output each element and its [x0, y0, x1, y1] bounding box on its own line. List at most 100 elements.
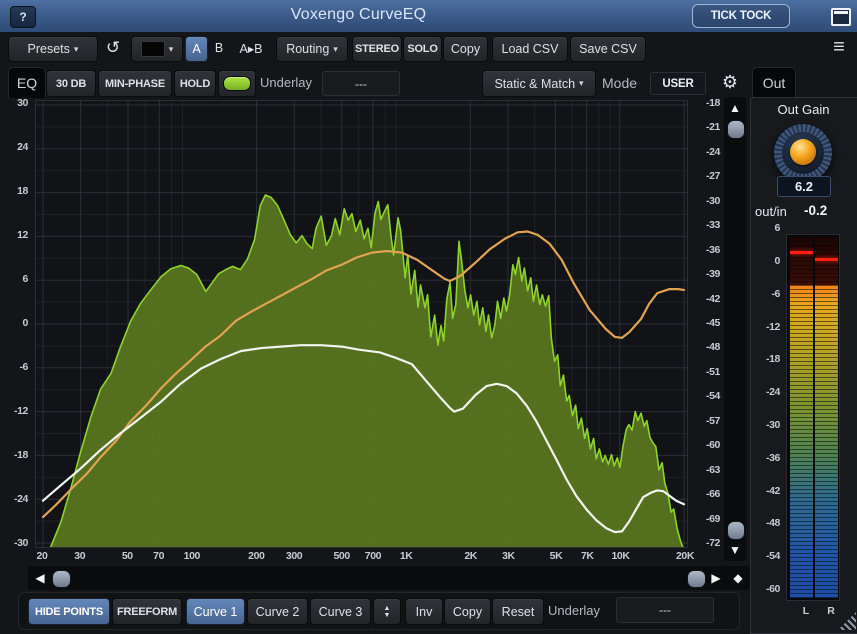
- right-scale-label: -27: [694, 170, 720, 182]
- h-scroll-right-button[interactable]: ▶: [706, 566, 726, 590]
- db-range-button[interactable]: 30 DB: [46, 70, 96, 97]
- match-mode-button[interactable]: Static & Match ▾: [482, 70, 596, 97]
- undo-icon[interactable]: ↺: [99, 36, 127, 60]
- save-csv-button[interactable]: Save CSV: [570, 36, 646, 62]
- curve-3-button[interactable]: Curve 3: [310, 598, 371, 625]
- window-title: Voxengo CurveEQ: [90, 6, 627, 24]
- solo-button[interactable]: SOLO: [403, 36, 442, 62]
- freq-scale-label: 30: [63, 550, 97, 562]
- left-scale-label: 30: [2, 97, 28, 109]
- right-scale-label: -45: [694, 317, 720, 329]
- v-scroll-thumb-top[interactable]: [727, 120, 745, 139]
- right-scale-label: -33: [694, 219, 720, 231]
- reset-curve-button[interactable]: Reset: [492, 598, 544, 625]
- freq-scale-label: 5K: [539, 550, 573, 562]
- frequency-scale: 203050701002003005007001K2K3K5K7K10K20K: [35, 549, 688, 565]
- freq-scale-label: 300: [277, 550, 311, 562]
- v-scroll-down-button[interactable]: ▼: [724, 541, 746, 559]
- menu-icon[interactable]: ≡: [826, 35, 852, 59]
- v-scroll-up-button[interactable]: ▲: [724, 99, 746, 117]
- tab-eq[interactable]: EQ: [8, 67, 46, 98]
- right-scale-label: -51: [694, 366, 720, 378]
- left-db-scale: 3024181260-6-12-18-24-30: [0, 100, 30, 548]
- mode-value[interactable]: USER: [650, 72, 706, 95]
- restore-window-icon[interactable]: [831, 8, 851, 26]
- meter-scale-label: -60: [754, 583, 780, 595]
- mode-label: Mode: [602, 75, 637, 91]
- curveeq-window: ? Voxengo CurveEQ TICK TOCK Presets ▾ ↺ …: [0, 0, 857, 634]
- eq-plot[interactable]: [35, 100, 688, 548]
- meter-scale-label: -48: [754, 517, 780, 529]
- min-phase-button[interactable]: MIN-PHASE: [98, 70, 172, 97]
- left-scale-label: -24: [2, 493, 28, 505]
- right-scale-label: -36: [694, 244, 720, 256]
- hide-points-button[interactable]: HIDE POINTS: [28, 598, 110, 625]
- out-in-value: -0.2: [804, 203, 827, 218]
- left-scale-label: 24: [2, 141, 28, 153]
- stereo-button[interactable]: STEREO: [352, 36, 402, 62]
- fit-view-diamond-button[interactable]: ◆: [728, 566, 748, 590]
- right-db-scale: -18-21-24-27-30-33-36-39-42-45-48-51-54-…: [692, 100, 720, 548]
- right-scale-label: -39: [694, 268, 720, 280]
- meter-scale-label: -24: [754, 386, 780, 398]
- load-csv-button[interactable]: Load CSV: [492, 36, 568, 62]
- invert-button[interactable]: Inv: [405, 598, 443, 625]
- left-scale-label: 12: [2, 229, 28, 241]
- right-scale-label: -42: [694, 293, 720, 305]
- curve-2-button[interactable]: Curve 2: [247, 598, 308, 625]
- right-scale-label: -18: [694, 97, 720, 109]
- freq-scale-label: 3K: [491, 550, 525, 562]
- out-gain-knob[interactable]: [773, 123, 833, 183]
- right-scale-label: -57: [694, 415, 720, 427]
- tick-tock-button[interactable]: TICK TOCK: [692, 4, 790, 28]
- left-scale-label: -6: [2, 361, 28, 373]
- peak-hold-left: [790, 251, 813, 254]
- right-scale-label: -63: [694, 464, 720, 476]
- knob-cap: [790, 139, 816, 165]
- right-scale-label: -21: [694, 121, 720, 133]
- chevron-down-icon: ▾: [74, 45, 79, 54]
- output-meter[interactable]: [786, 234, 840, 601]
- chevron-down-icon: ▾: [579, 79, 584, 88]
- freeform-button[interactable]: FREEFORM: [112, 598, 182, 625]
- out-gain-value[interactable]: 6.2: [777, 176, 831, 197]
- bottom-underlay-selector[interactable]: ---: [616, 597, 714, 623]
- black-swatch: [141, 41, 165, 57]
- freq-scale-label: 20K: [668, 550, 702, 562]
- hold-button[interactable]: HOLD: [174, 70, 216, 97]
- h-scroll-thumb-left[interactable]: [52, 570, 71, 588]
- presets-button[interactable]: Presets ▾: [8, 36, 98, 62]
- copy-curve-button[interactable]: Copy: [444, 598, 491, 625]
- freq-scale-label: 7K: [570, 550, 604, 562]
- meter-scale-label: -54: [754, 550, 780, 562]
- right-scale-label: -66: [694, 488, 720, 500]
- a-to-b-button[interactable]: A▸B: [232, 36, 270, 60]
- v-scroll-thumb-bottom[interactable]: [727, 521, 745, 540]
- gear-icon[interactable]: ⚙: [718, 70, 742, 94]
- chevron-down-icon: ▾: [333, 45, 338, 54]
- spectrum-color-button[interactable]: [218, 70, 256, 97]
- h-scroll-thumb-right[interactable]: [687, 570, 706, 588]
- curve-spinner-button[interactable]: ▲ ▼: [373, 598, 401, 625]
- ab-a-button[interactable]: A: [185, 36, 208, 62]
- help-button[interactable]: ?: [10, 6, 36, 28]
- tab-out[interactable]: Out: [752, 67, 796, 98]
- freq-scale-label: 2K: [454, 550, 488, 562]
- v-scrollbar-track[interactable]: [724, 97, 746, 561]
- curve-1-button[interactable]: Curve 1: [186, 598, 245, 625]
- h-scroll-left-button[interactable]: ◀: [30, 566, 50, 590]
- freq-scale-label: 200: [239, 550, 273, 562]
- ab-b-button[interactable]: B: [209, 36, 229, 60]
- copy-button[interactable]: Copy: [443, 36, 488, 62]
- color-swatch-selector[interactable]: ▾: [131, 36, 183, 62]
- freq-scale-label: 1K: [389, 550, 423, 562]
- routing-button[interactable]: Routing ▾: [276, 36, 348, 62]
- right-scale-label: -54: [694, 390, 720, 402]
- h-scrollbar-track[interactable]: [28, 566, 750, 590]
- right-scale-label: -30: [694, 195, 720, 207]
- right-scale-label: -24: [694, 146, 720, 158]
- spinner-up-icon: ▲: [384, 605, 391, 612]
- underlay-selector[interactable]: ---: [322, 71, 400, 96]
- meter-scale-label: -36: [754, 452, 780, 464]
- underlay-label: Underlay: [260, 75, 312, 90]
